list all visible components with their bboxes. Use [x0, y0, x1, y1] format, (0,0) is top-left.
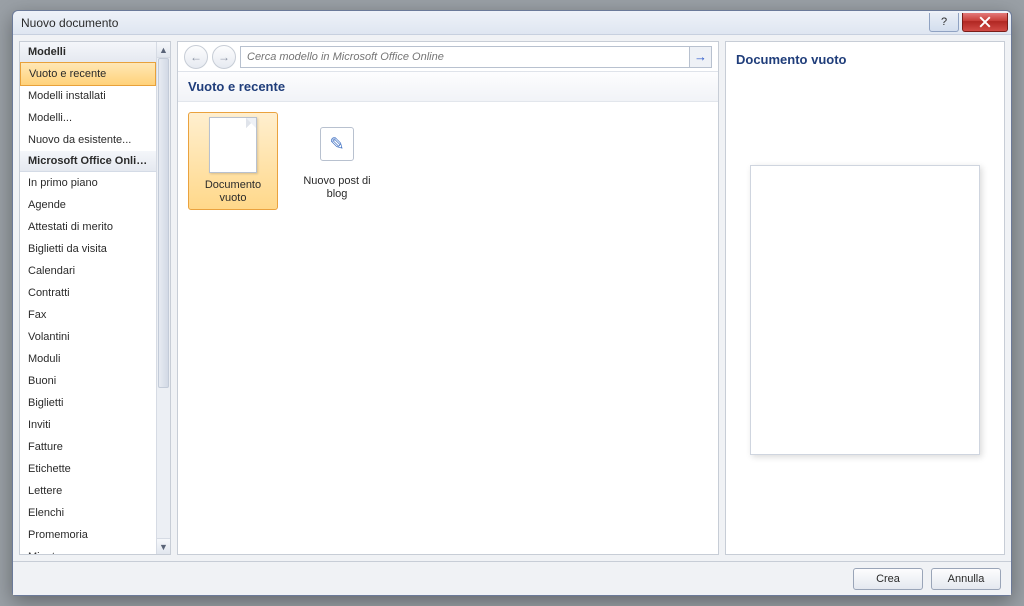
search-field-wrap: →	[240, 46, 712, 68]
toolbar: ← → →	[178, 42, 718, 72]
cancel-button[interactable]: Annulla	[931, 568, 1001, 590]
forward-button[interactable]: →	[212, 45, 236, 69]
scroll-down-button[interactable]: ▼	[157, 538, 170, 554]
forward-icon: →	[218, 50, 230, 64]
scroll-up-button[interactable]: ▲	[157, 42, 170, 58]
sidebar-item[interactable]: Agende	[20, 194, 156, 216]
sidebar-item[interactable]: Modelli installati	[20, 85, 156, 107]
titlebar: Nuovo documento ?	[13, 11, 1011, 35]
template-item[interactable]: ✎ Nuovo post di blog	[292, 112, 382, 206]
sidebar-scrollbar[interactable]: ▲ ▼	[156, 42, 170, 554]
help-button[interactable]: ?	[929, 13, 959, 32]
sidebar-item[interactable]: Fax	[20, 304, 156, 326]
sidebar-item[interactable]: Lettere	[20, 480, 156, 502]
window-controls: ?	[929, 14, 1011, 32]
preview-page	[750, 165, 980, 455]
blank-document-icon	[209, 117, 257, 173]
template-item[interactable]: Documento vuoto	[188, 112, 278, 210]
sidebar-item[interactable]: Moduli	[20, 348, 156, 370]
window-title: Nuovo documento	[21, 16, 118, 30]
sidebar-item[interactable]: Buoni	[20, 370, 156, 392]
sidebar-item[interactable]: Calendari	[20, 260, 156, 282]
sidebar-item[interactable]: Modelli...	[20, 107, 156, 129]
dialog-footer: Crea Annulla	[13, 561, 1011, 595]
sidebar-item[interactable]: Promemoria	[20, 524, 156, 546]
scroll-track[interactable]	[157, 58, 170, 538]
templates-grid: Documento vuoto ✎ Nuovo post di blog	[178, 102, 718, 554]
sidebar-item[interactable]: Attestati di merito	[20, 216, 156, 238]
sidebar-item[interactable]: Inviti	[20, 414, 156, 436]
dialog-body: ModelliVuoto e recenteModelli installati…	[13, 35, 1011, 561]
sidebar-item[interactable]: Biglietti	[20, 392, 156, 414]
sidebar-item[interactable]: Nuovo da esistente...	[20, 129, 156, 151]
main-panel: ← → → Vuoto e recente Documento vuoto ✎ Nu…	[177, 41, 719, 555]
sidebar-item[interactable]: Contratti	[20, 282, 156, 304]
arrow-right-icon: →	[694, 49, 707, 64]
back-button[interactable]: ←	[184, 45, 208, 69]
search-input[interactable]	[241, 47, 689, 67]
section-title: Vuoto e recente	[178, 72, 718, 102]
sidebar-item[interactable]: In primo piano	[20, 172, 156, 194]
help-icon: ?	[941, 16, 947, 28]
template-label: Nuovo post di blog	[295, 175, 379, 201]
sidebar-item[interactable]: Biglietti da visita	[20, 238, 156, 260]
preview-wrap	[736, 75, 994, 544]
sidebar-item[interactable]: Fatture	[20, 436, 156, 458]
sidebar-item[interactable]: Volantini	[20, 326, 156, 348]
scroll-thumb[interactable]	[158, 58, 169, 388]
sidebar-item[interactable]: Vuoto e recente	[20, 62, 156, 86]
preview-panel: Documento vuoto	[725, 41, 1005, 555]
create-button[interactable]: Crea	[853, 568, 923, 590]
new-document-dialog: Nuovo documento ? ModelliVuoto e recente…	[12, 10, 1012, 596]
back-icon: ←	[190, 50, 202, 64]
search-go-button[interactable]: →	[689, 47, 711, 67]
sidebar-header-templates: Modelli	[20, 42, 156, 63]
sidebar-list: ModelliVuoto e recenteModelli installati…	[20, 42, 156, 554]
sidebar-item[interactable]: Elenchi	[20, 502, 156, 524]
close-icon	[979, 16, 991, 28]
sidebar-item[interactable]: Minute	[20, 546, 156, 554]
blog-post-icon: ✎	[320, 127, 354, 161]
preview-title: Documento vuoto	[736, 52, 994, 67]
template-label: Documento vuoto	[191, 179, 275, 205]
sidebar-header-online: Microsoft Office Online	[20, 151, 156, 172]
sidebar-item[interactable]: Etichette	[20, 458, 156, 480]
close-button[interactable]	[962, 13, 1008, 32]
sidebar: ModelliVuoto e recenteModelli installati…	[19, 41, 171, 555]
